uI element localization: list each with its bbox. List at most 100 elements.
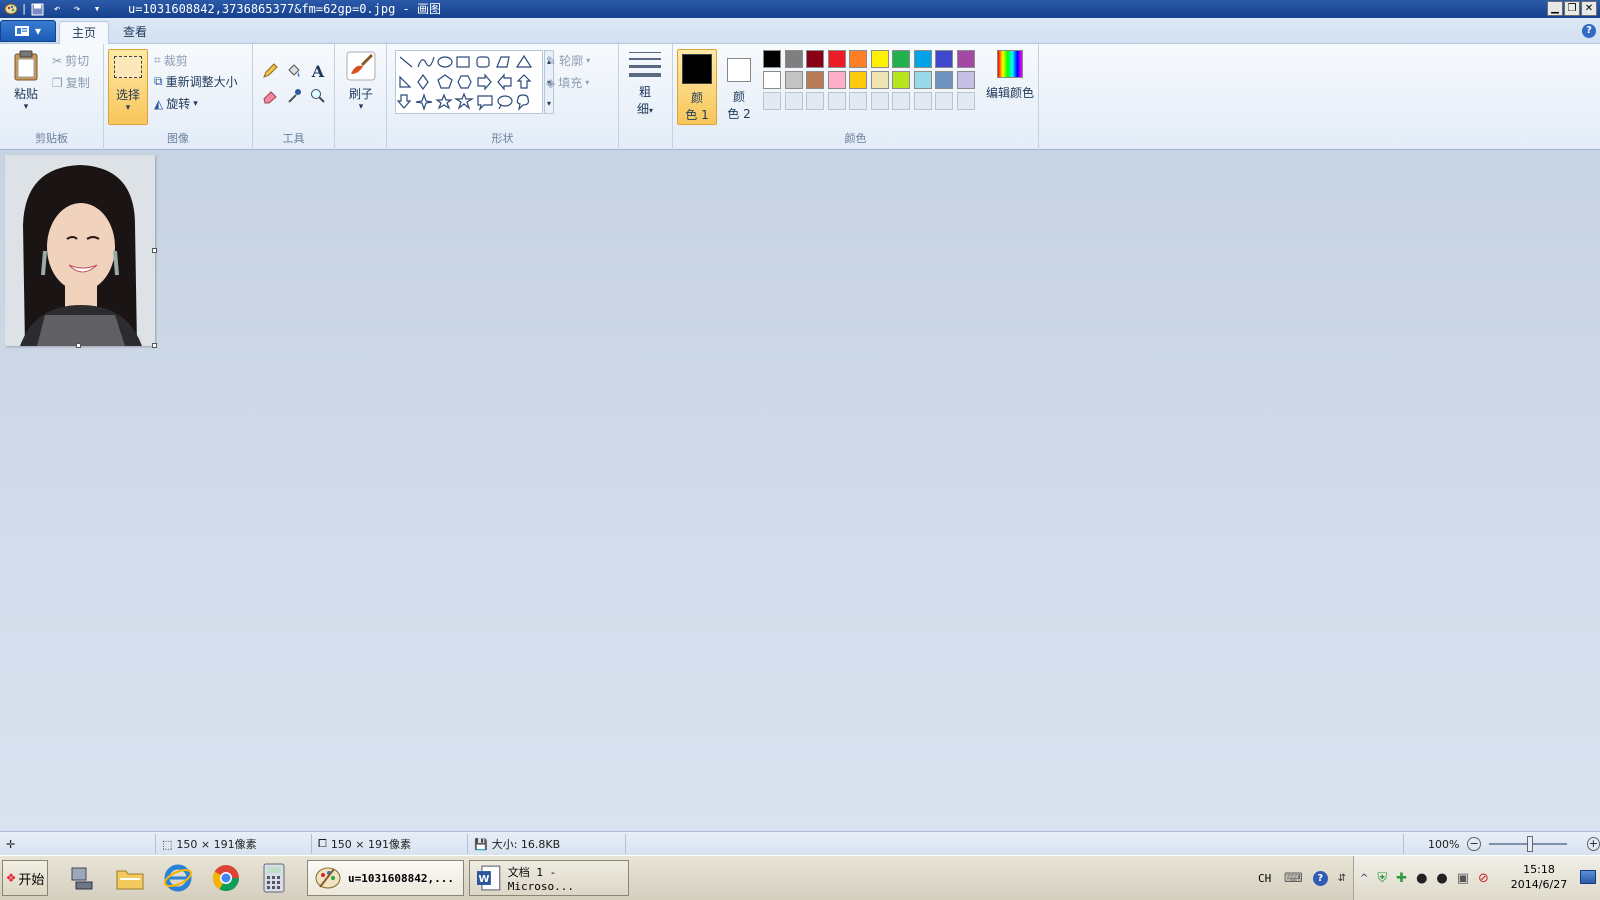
palette-swatch[interactable]: [827, 92, 846, 110]
help-circle-icon[interactable]: ?: [1312, 870, 1328, 886]
palette-swatch[interactable]: [913, 92, 932, 110]
calculator-icon[interactable]: [256, 861, 292, 895]
palette-swatch[interactable]: [784, 92, 803, 110]
tray-options-icon[interactable]: ⇵: [1338, 873, 1346, 884]
palette-swatch[interactable]: [956, 92, 975, 110]
image-canvas[interactable]: [5, 155, 155, 346]
magnifier-icon[interactable]: [307, 85, 329, 107]
show-hidden-icons[interactable]: ^: [1360, 873, 1368, 884]
palette-swatch[interactable]: [849, 92, 867, 110]
task-word[interactable]: W 文档 1 - Microso...: [469, 860, 629, 896]
palette-swatch[interactable]: [763, 71, 781, 89]
chrome-browser-icon[interactable]: [208, 861, 244, 895]
volume-muted-icon[interactable]: ⊘: [1478, 871, 1489, 886]
zoom-in-icon[interactable]: +: [1586, 837, 1600, 851]
colors-group: 颜 色 1 颜 色 2 编辑颜色 颜色: [673, 44, 1039, 150]
palette-swatch[interactable]: [892, 71, 910, 89]
palette-swatch[interactable]: [784, 50, 803, 68]
tab-home[interactable]: 主页: [59, 21, 110, 44]
resize-handle-bottom[interactable]: [76, 343, 81, 348]
edit-colors-button[interactable]: 编辑颜色: [985, 50, 1035, 101]
zoom-out-icon[interactable]: −: [1467, 837, 1481, 851]
eraser-icon[interactable]: [259, 85, 281, 107]
language-indicator[interactable]: CH: [1258, 860, 1271, 896]
copy-button[interactable]: ❐ 复制: [52, 74, 90, 91]
rotate-button[interactable]: ◭ 旋转 ▾: [154, 95, 198, 112]
undo-icon[interactable]: ↶: [48, 1, 66, 17]
save-icon[interactable]: [28, 1, 46, 17]
minimize-button[interactable]: ▁: [1547, 1, 1563, 16]
select-button[interactable]: 选择 ▾: [108, 49, 148, 125]
restore-button[interactable]: ❐: [1564, 1, 1580, 16]
palette-swatch[interactable]: [806, 50, 824, 68]
palette-swatch[interactable]: [956, 71, 975, 89]
customize-dropdown-icon[interactable]: ▾: [88, 1, 106, 17]
network-icon[interactable]: ▣: [1457, 871, 1469, 886]
show-desktop-icon[interactable]: [1580, 870, 1596, 884]
palette-swatch[interactable]: [892, 50, 910, 68]
selection-size-value: 150 × 191像素: [176, 838, 257, 851]
palette-swatch[interactable]: [827, 50, 846, 68]
close-button[interactable]: ✕: [1581, 1, 1597, 16]
start-button[interactable]: ❖ 开始: [2, 860, 48, 896]
brushes-button[interactable]: 刷子 ▾: [341, 50, 381, 112]
palette-swatch[interactable]: [870, 92, 889, 110]
palette-swatch[interactable]: [849, 50, 867, 68]
color-picker-icon[interactable]: [283, 85, 305, 107]
shapes-gallery[interactable]: [395, 50, 543, 114]
color2-button[interactable]: 颜 色 2: [721, 49, 757, 125]
color1-button[interactable]: 颜 色 1: [677, 49, 717, 125]
shield-icon[interactable]: ⛨: [1377, 871, 1387, 886]
file-size: 💾 大小: 16.8KB: [468, 834, 626, 854]
penguin-icon[interactable]: ●: [1416, 871, 1427, 886]
palette-swatch[interactable]: [913, 71, 932, 89]
fill-bucket-icon[interactable]: [283, 60, 305, 82]
resize-button[interactable]: ⧉ 重新调整大小: [154, 73, 238, 90]
palette-swatch[interactable]: [827, 71, 846, 89]
help-icon[interactable]: ?: [1582, 24, 1596, 38]
zoom-slider-thumb[interactable]: [1526, 836, 1533, 852]
clock[interactable]: 15:18 2014/6/27: [1504, 862, 1574, 892]
computer-icon[interactable]: [64, 861, 100, 895]
keyboard-icon[interactable]: ⌨: [1284, 871, 1303, 886]
palette-swatch[interactable]: [935, 50, 953, 68]
paint-app-icon[interactable]: [2, 1, 20, 17]
resize-handle-corner[interactable]: [152, 343, 157, 348]
text-tool-icon[interactable]: A: [307, 60, 329, 82]
palette-swatch[interactable]: [870, 50, 889, 68]
chevron-down-icon: ▾: [585, 78, 590, 87]
palette-swatch[interactable]: [913, 50, 932, 68]
palette-swatch[interactable]: [784, 71, 803, 89]
crop-button[interactable]: ⌗ 裁剪: [154, 52, 188, 69]
color1-label-a: 颜: [690, 91, 703, 105]
paint-menu-button[interactable]: ▾: [0, 20, 56, 42]
redo-icon[interactable]: ↷: [68, 1, 86, 17]
chevron-down-icon: ▾: [34, 24, 42, 38]
size-button[interactable]: 粗 细▾: [627, 50, 663, 117]
palette-swatch[interactable]: [935, 92, 953, 110]
palette-swatch[interactable]: [870, 71, 889, 89]
palette-swatch[interactable]: [849, 71, 867, 89]
security-plus-icon[interactable]: ✚: [1396, 871, 1407, 886]
tab-view[interactable]: 查看: [111, 21, 159, 44]
size-label-bottom: 细: [636, 102, 649, 116]
fill-button[interactable]: ◈ 填充 ▾: [546, 74, 589, 91]
canvas-workspace[interactable]: [0, 150, 1600, 831]
folder-icon[interactable]: [112, 861, 148, 895]
palette-swatch[interactable]: [763, 92, 781, 110]
resize-handle-right[interactable]: [152, 248, 157, 253]
pencil-icon[interactable]: [259, 60, 281, 82]
zoom-slider[interactable]: [1488, 836, 1567, 852]
cut-button[interactable]: ✂ 剪切: [52, 52, 89, 69]
palette-swatch[interactable]: [956, 50, 975, 68]
task-paint[interactable]: u=1031608842,...: [307, 860, 464, 896]
paste-button[interactable]: 粘贴 ▾: [8, 50, 44, 112]
palette-swatch[interactable]: [806, 92, 824, 110]
ie-browser-icon[interactable]: [160, 861, 196, 895]
palette-swatch[interactable]: [806, 71, 824, 89]
outline-button[interactable]: ✎ 轮廓 ▾: [546, 52, 590, 69]
palette-swatch[interactable]: [892, 92, 910, 110]
penguin-icon-2[interactable]: ●: [1436, 871, 1447, 886]
palette-swatch[interactable]: [935, 71, 953, 89]
palette-swatch[interactable]: [763, 50, 781, 68]
